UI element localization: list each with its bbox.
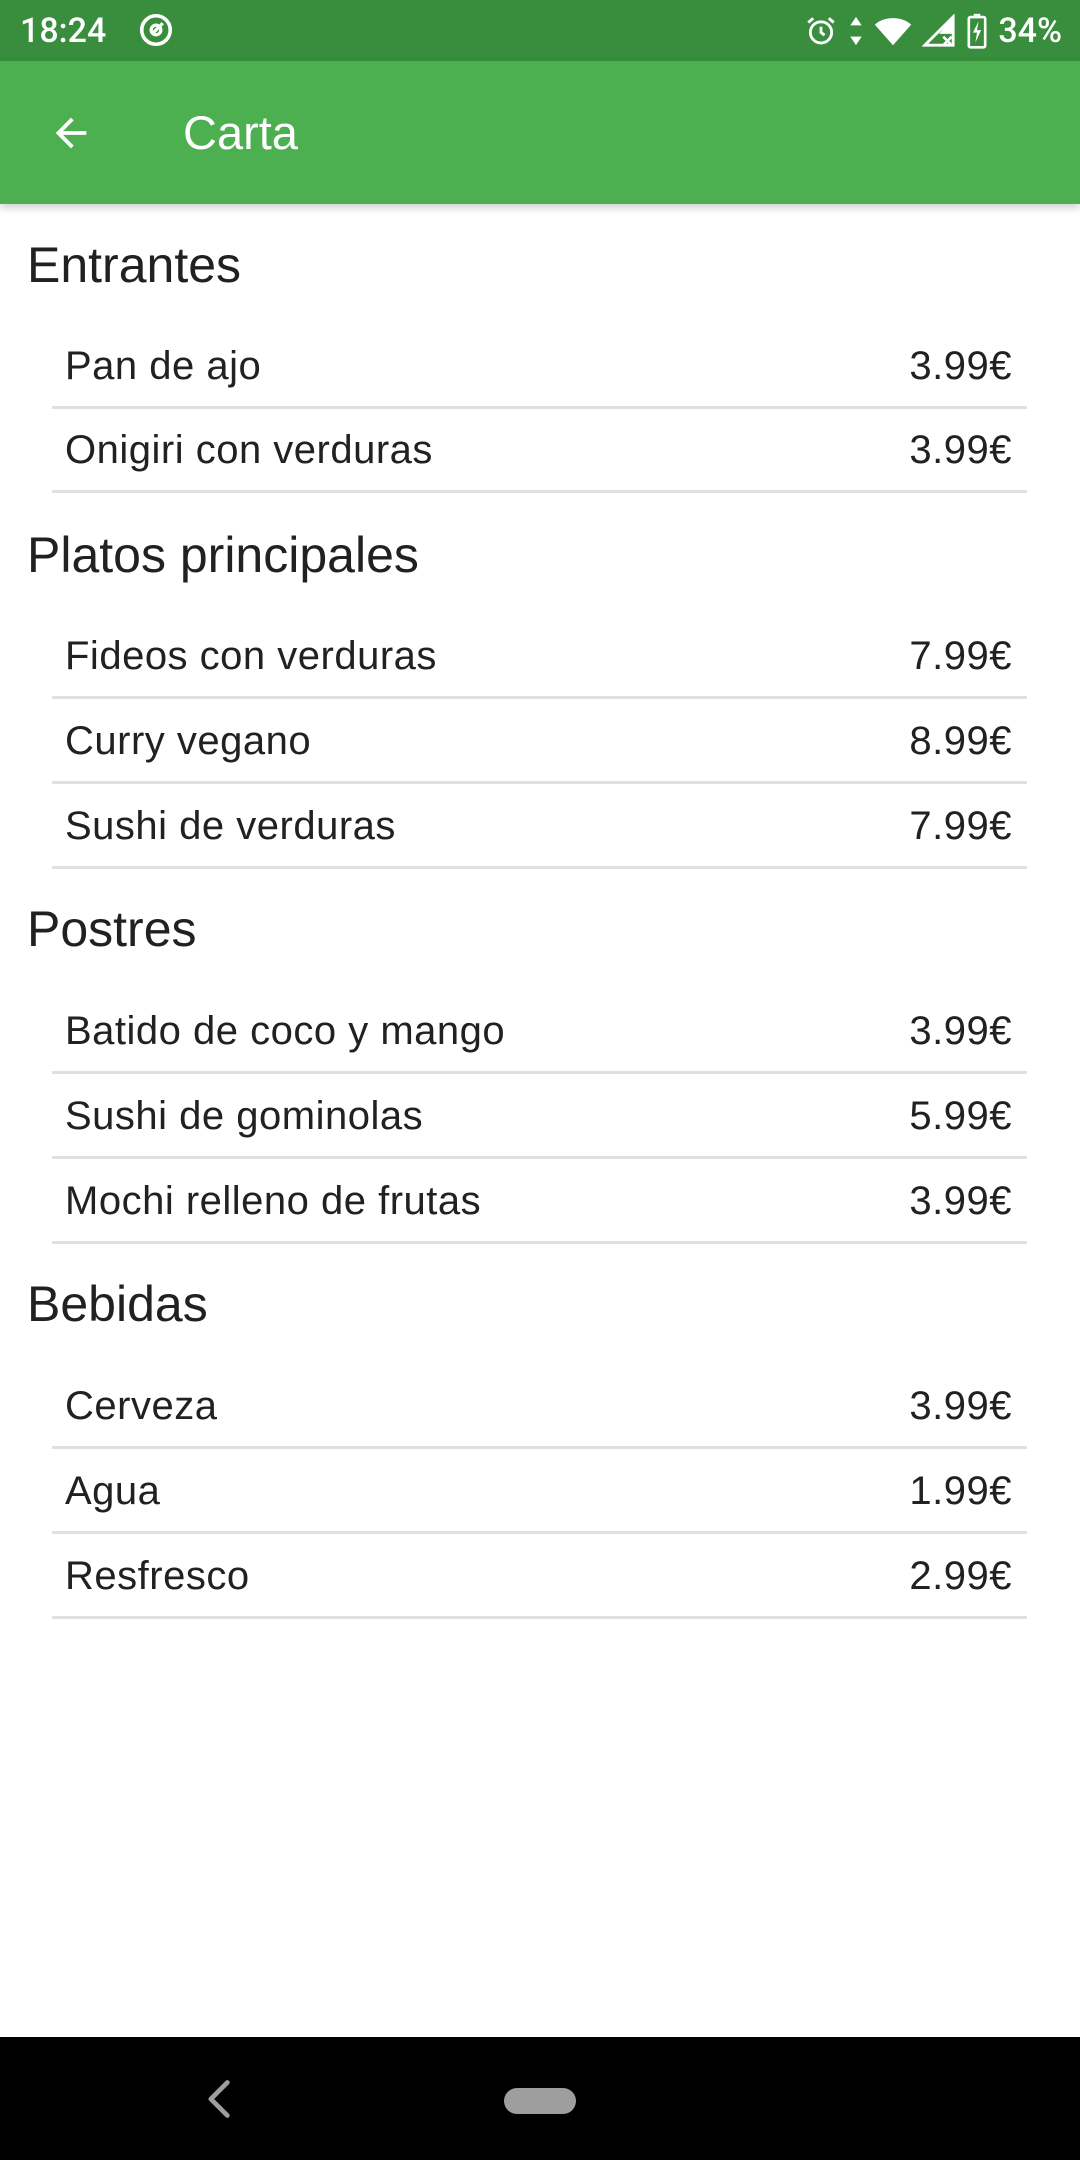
item-price: 7.99€ bbox=[909, 804, 1012, 848]
item-price: 3.99€ bbox=[909, 1009, 1012, 1053]
item-price: 3.99€ bbox=[909, 344, 1012, 388]
item-name: Batido de coco y mango bbox=[65, 1009, 506, 1053]
item-price: 3.99€ bbox=[909, 1384, 1012, 1428]
item-name: Fideos con verduras bbox=[65, 634, 437, 678]
arrow-back-icon bbox=[55, 117, 87, 149]
menu-item[interactable]: Sushi de verduras 7.99€ bbox=[52, 785, 1027, 869]
item-name: Sushi de verduras bbox=[65, 804, 396, 848]
item-price: 3.99€ bbox=[909, 1179, 1012, 1223]
back-button[interactable] bbox=[40, 102, 102, 164]
section-title-platos-principales: Platos principales bbox=[27, 527, 419, 583]
alarm-icon bbox=[807, 17, 835, 45]
item-price: 8.99€ bbox=[909, 719, 1012, 763]
menu-item[interactable]: Agua 1.99€ bbox=[52, 1450, 1027, 1534]
battery-percentage: 34% bbox=[998, 11, 1062, 51]
section-title-postres: Postres bbox=[27, 901, 197, 957]
item-name: Resfresco bbox=[65, 1554, 250, 1598]
at-sign-icon bbox=[139, 13, 173, 47]
status-bar: 18:24 34% bbox=[0, 0, 1080, 61]
menu-item[interactable]: Cerveza 3.99€ bbox=[52, 1365, 1027, 1449]
menu-item[interactable]: Fideos con verduras 7.99€ bbox=[52, 615, 1027, 699]
menu-item[interactable]: Onigiri con verduras 3.99€ bbox=[52, 409, 1027, 493]
item-name: Cerveza bbox=[65, 1384, 218, 1428]
wifi-icon bbox=[875, 18, 912, 46]
item-name: Onigiri con verduras bbox=[65, 428, 433, 472]
signal-icon bbox=[922, 14, 955, 47]
item-name: Mochi relleno de frutas bbox=[65, 1179, 482, 1223]
system-nav-bar bbox=[0, 2037, 1080, 2160]
section-title-bebidas: Bebidas bbox=[27, 1276, 208, 1332]
item-name: Agua bbox=[65, 1469, 161, 1513]
item-price: 7.99€ bbox=[909, 634, 1012, 678]
status-icons: 34% bbox=[804, 10, 1062, 52]
nav-back-icon[interactable] bbox=[200, 2077, 240, 2121]
menu-item[interactable]: Pan de ajo 3.99€ bbox=[52, 325, 1027, 409]
item-price: 2.99€ bbox=[909, 1554, 1012, 1598]
data-arrows-icon bbox=[850, 16, 862, 46]
menu-item[interactable]: Sushi de gominolas 5.99€ bbox=[52, 1075, 1027, 1159]
status-time: 18:24 bbox=[20, 11, 107, 51]
item-price: 3.99€ bbox=[909, 428, 1012, 472]
app-bar: Carta bbox=[0, 61, 1080, 204]
menu-item[interactable]: Batido de coco y mango 3.99€ bbox=[52, 990, 1027, 1074]
menu-item[interactable]: Mochi relleno de frutas 3.99€ bbox=[52, 1160, 1027, 1244]
item-name: Sushi de gominolas bbox=[65, 1094, 424, 1138]
item-price: 1.99€ bbox=[909, 1469, 1012, 1513]
item-price: 5.99€ bbox=[909, 1094, 1012, 1138]
menu-item[interactable]: Resfresco 2.99€ bbox=[52, 1535, 1027, 1619]
page-title: Carta bbox=[183, 106, 298, 159]
battery-charging-icon bbox=[967, 13, 987, 49]
item-name: Curry vegano bbox=[65, 719, 312, 763]
home-pill-icon[interactable] bbox=[504, 2088, 576, 2114]
item-name: Pan de ajo bbox=[65, 344, 262, 388]
section-title-entrantes: Entrantes bbox=[27, 237, 242, 293]
menu-item[interactable]: Curry vegano 8.99€ bbox=[52, 700, 1027, 784]
